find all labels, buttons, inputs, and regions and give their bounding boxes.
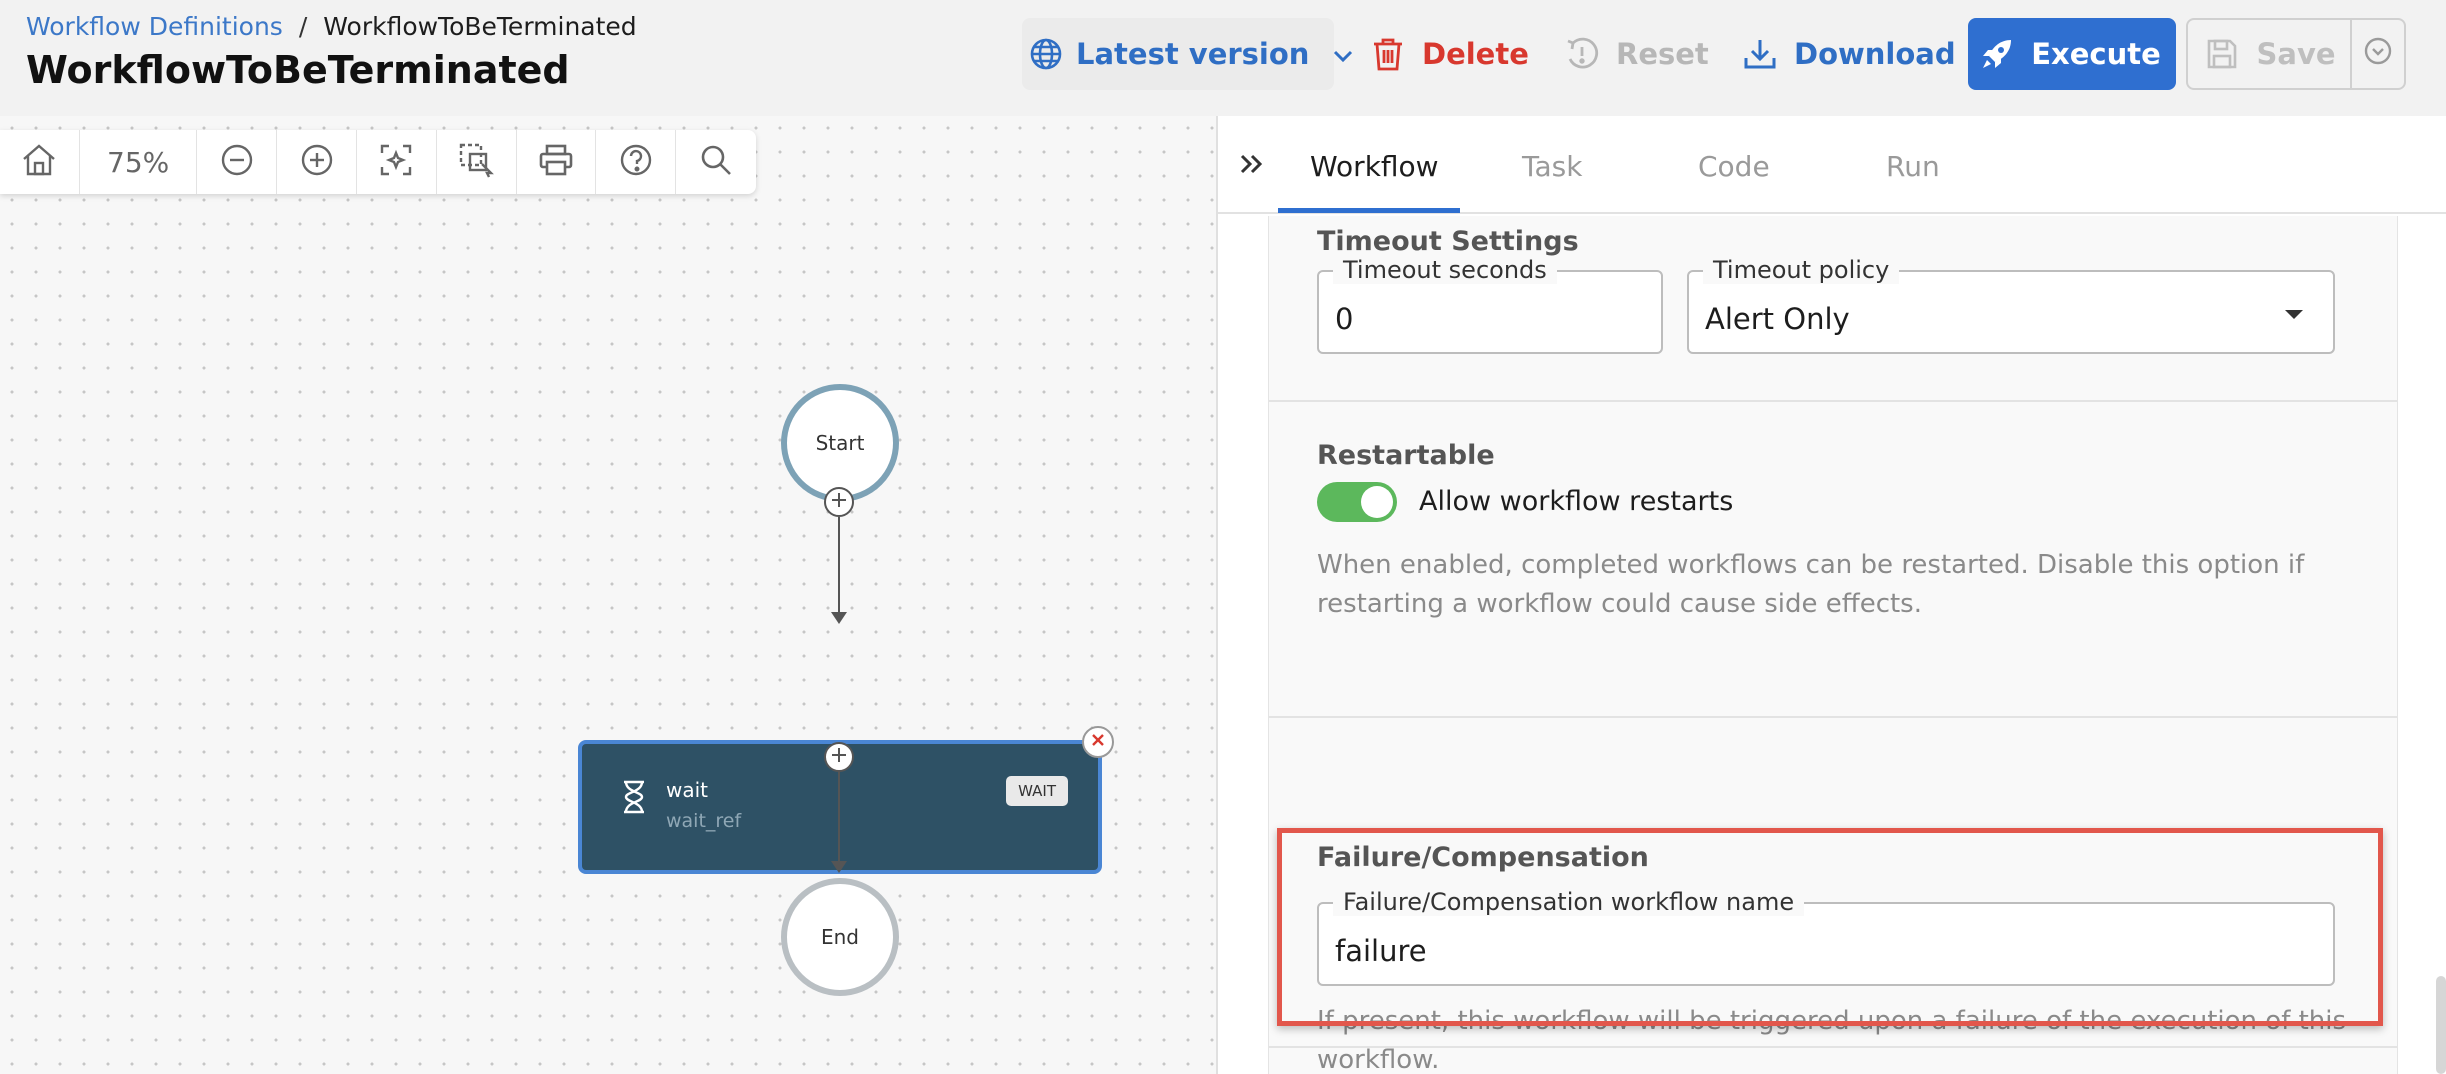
active-tab-indicator xyxy=(1278,208,1460,213)
failure-workflow-name-value: failure xyxy=(1335,934,1427,968)
dropdown-caret-icon xyxy=(2285,310,2303,319)
end-node[interactable]: End xyxy=(781,878,899,996)
task-ref: wait_ref xyxy=(666,810,742,832)
breadcrumb-separator: / xyxy=(298,12,308,41)
task-name: wait xyxy=(666,778,709,802)
panel-scrollbar[interactable] xyxy=(2436,976,2446,1074)
search-button[interactable] xyxy=(676,130,756,194)
save-label: Save xyxy=(2256,37,2336,71)
trash-icon xyxy=(1368,34,1408,74)
failure-section: Failure/Compensation Failure/Compensatio… xyxy=(1269,718,2397,1074)
start-node[interactable]: Start xyxy=(781,384,899,502)
timeout-seconds-field[interactable]: Timeout seconds 0 xyxy=(1317,256,1663,354)
breadcrumb: Workflow Definitions / WorkflowToBeTermi… xyxy=(26,12,637,41)
timeout-seconds-label: Timeout seconds xyxy=(1333,256,1557,284)
arrow-down-icon xyxy=(831,612,847,624)
rocket-icon xyxy=(1977,34,2017,74)
workflow-canvas[interactable]: 75% Start wait wait_ref WAIT End xyxy=(0,116,1216,1074)
chevron-down-icon xyxy=(1331,37,1355,71)
version-select[interactable]: Latest version xyxy=(1022,18,1353,90)
failure-workflow-name-label: Failure/Compensation workflow name xyxy=(1333,888,1805,916)
execute-button[interactable]: Execute xyxy=(1968,18,2176,90)
fit-view-button[interactable] xyxy=(357,130,437,194)
allow-restarts-label: Allow workflow restarts xyxy=(1419,486,1734,517)
tab-task[interactable]: Task xyxy=(1522,150,1582,183)
timeout-section: Timeout Settings Timeout seconds 0 Timeo… xyxy=(1269,216,2397,402)
plus-icon xyxy=(830,491,848,513)
download-label: Download xyxy=(1794,37,1956,71)
breadcrumb-current: WorkflowToBeTerminated xyxy=(323,12,637,41)
remove-task-button[interactable] xyxy=(1082,726,1114,758)
print-icon xyxy=(538,143,574,181)
task-type-badge: WAIT xyxy=(1006,776,1068,806)
execute-label: Execute xyxy=(2031,37,2161,71)
select-area-icon xyxy=(458,142,495,182)
toggle-knob xyxy=(1361,486,1393,518)
close-icon xyxy=(1090,732,1106,752)
failure-workflow-name-field[interactable]: Failure/Compensation workflow name failu… xyxy=(1317,888,2335,986)
header: Workflow Definitions / WorkflowToBeTermi… xyxy=(0,0,2446,116)
restartable-help-text: When enabled, completed workflows can be… xyxy=(1317,550,2305,619)
timeout-policy-label: Timeout policy xyxy=(1703,256,1900,284)
page-title: WorkflowToBeTerminated xyxy=(26,48,570,92)
tab-run[interactable]: Run xyxy=(1886,150,1940,183)
tab-code[interactable]: Code xyxy=(1698,150,1770,183)
plus-icon xyxy=(830,746,848,768)
download-button[interactable]: Download xyxy=(1740,18,1956,90)
collapse-panel-button[interactable] xyxy=(1232,146,1272,186)
add-task-button[interactable] xyxy=(824,487,854,517)
reset-label: Reset xyxy=(1616,37,1709,71)
failure-section-title: Failure/Compensation xyxy=(1317,842,1649,873)
restartable-section: Restartable Allow workflow restarts When… xyxy=(1269,402,2397,718)
panel-content: Timeout Settings Timeout seconds 0 Timeo… xyxy=(1268,216,2398,1074)
chevron-down-circle-icon xyxy=(2363,36,2393,73)
globe-icon xyxy=(1028,32,1064,76)
double-chevron-right-icon xyxy=(1238,152,1266,180)
help-icon xyxy=(619,143,653,181)
select-area-button[interactable] xyxy=(437,130,517,194)
delete-button[interactable]: Delete xyxy=(1368,18,1529,90)
save-options-button[interactable] xyxy=(2352,18,2406,90)
home-button[interactable] xyxy=(0,130,80,194)
print-button[interactable] xyxy=(517,130,597,194)
zoom-out-icon xyxy=(220,143,254,181)
timeout-policy-select[interactable]: Timeout policy Alert Only xyxy=(1687,256,2335,354)
fit-view-icon xyxy=(379,143,413,181)
reset-icon xyxy=(1562,34,1602,74)
edge-line xyxy=(838,772,840,864)
canvas-toolbar: 75% xyxy=(0,130,756,194)
hourglass-icon xyxy=(622,780,646,818)
allow-restarts-toggle[interactable] xyxy=(1317,482,1397,522)
timeout-seconds-value: 0 xyxy=(1335,302,1354,336)
version-select-label: Latest version xyxy=(1076,37,1310,71)
save-button[interactable]: Save xyxy=(2186,18,2352,90)
timeout-section-title: Timeout Settings xyxy=(1317,226,1579,257)
arrow-down-icon xyxy=(831,861,847,873)
add-task-button[interactable] xyxy=(824,742,854,772)
properties-panel: Workflow Task Code Run Timeout Settings … xyxy=(1216,116,2446,1074)
timeout-policy-value: Alert Only xyxy=(1705,302,1850,336)
zoom-level: 75% xyxy=(80,130,198,194)
delete-label: Delete xyxy=(1422,37,1529,71)
panel-tabs: Workflow Task Code Run xyxy=(1218,116,2446,214)
tab-workflow[interactable]: Workflow xyxy=(1310,150,1439,183)
breadcrumb-link-workflow-definitions[interactable]: Workflow Definitions xyxy=(26,12,283,41)
reset-button[interactable]: Reset xyxy=(1562,18,1709,90)
home-icon xyxy=(21,143,57,181)
failure-help-text: If present, this workflow will be trigge… xyxy=(1317,1006,2347,1074)
restartable-section-title: Restartable xyxy=(1317,440,1495,471)
zoom-in-button[interactable] xyxy=(277,130,358,194)
save-icon xyxy=(2202,34,2242,74)
help-button[interactable] xyxy=(596,130,677,194)
edge-line xyxy=(838,517,840,615)
zoom-out-button[interactable] xyxy=(197,130,278,194)
download-icon xyxy=(1740,34,1780,74)
zoom-in-icon xyxy=(300,143,334,181)
search-icon xyxy=(699,143,733,181)
